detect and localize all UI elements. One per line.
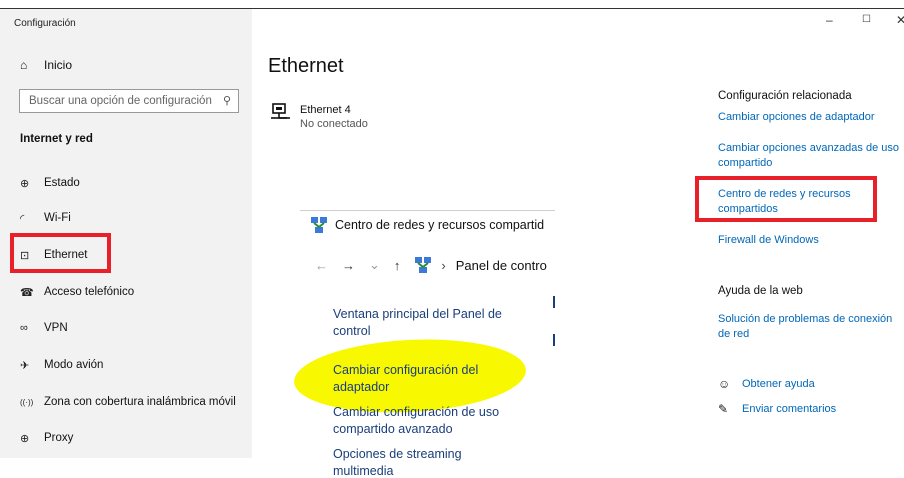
control-panel-title: Centro de redes y recursos compartid <box>310 216 544 234</box>
link-cambiar-configuracion-adaptador[interactable]: Cambiar configuración del adaptador <box>333 362 508 396</box>
feedback-icon: ✎ <box>718 402 729 416</box>
minimize-button[interactable]: – <box>826 13 833 27</box>
link-panel-principal[interactable]: Ventana principal del Panel de control <box>333 306 533 340</box>
related-settings-heading: Configuración relacionada <box>718 90 852 102</box>
window-title: Configuración <box>14 18 76 29</box>
proxy-icon: ⊕ <box>20 432 30 445</box>
send-feedback-link[interactable]: ✎ Enviar comentarios <box>718 402 836 416</box>
get-help-label: Obtener ayuda <box>742 378 815 390</box>
sidebar-item-label: Acceso telefónico <box>44 286 135 298</box>
inset-top-border <box>300 210 555 211</box>
adapter-name: Ethernet 4 <box>300 104 351 116</box>
sidebar-item-vpn[interactable]: ∞ VPN <box>20 318 68 338</box>
link-windows-firewall[interactable]: Firewall de Windows <box>718 233 819 248</box>
highlight-box-ethernet <box>10 233 111 273</box>
sidebar-item-estado[interactable]: ⊕ Estado <box>20 173 80 193</box>
highlight-box-network-center <box>695 176 877 222</box>
sidebar-item-hotspot[interactable]: ((·)) Zona con cobertura inalámbrica móv… <box>20 392 236 412</box>
history-dropdown-icon[interactable]: ⌄ <box>369 257 380 273</box>
search-placeholder: Buscar una opción de configuración <box>29 95 212 107</box>
sidebar-item-label: Wi-Fi <box>44 212 71 224</box>
search-icon: ⚲ <box>222 95 231 107</box>
sidebar-item-label: VPN <box>44 322 68 334</box>
ethernet-adapter-tile[interactable]: Ethernet 4 No conectado <box>270 103 368 131</box>
vpn-icon: ∞ <box>20 322 28 334</box>
web-help-heading: Ayuda de la web <box>718 285 803 297</box>
sidebar-item-proxy[interactable]: ⊕ Proxy <box>20 428 73 448</box>
explorer-nav-bar: ← → ⌄ ↑ › Panel de contro <box>315 256 561 274</box>
globe-icon: ⊕ <box>20 177 30 190</box>
dialup-icon: ☎ <box>20 286 34 299</box>
control-panel-title-text: Centro de redes y recursos compartid <box>335 218 545 232</box>
link-advanced-sharing[interactable]: Cambiar opciones avanzadas de uso compar… <box>718 141 903 171</box>
link-troubleshoot-connection[interactable]: Solución de problemas de conexión de red <box>718 312 903 342</box>
close-button[interactable]: ✕ <box>896 13 904 27</box>
sidebar-item-acceso-telefonico[interactable]: ☎ Acceso telefónico <box>20 282 134 302</box>
ethernet-adapter-icon <box>270 103 300 131</box>
hotspot-icon: ((·)) <box>20 397 34 407</box>
sidebar-item-inicio[interactable]: ⌂ Inicio <box>20 58 72 72</box>
airplane-icon: ✈ <box>20 359 30 372</box>
search-input[interactable]: Buscar una opción de configuración ⚲ <box>19 89 239 113</box>
cropped-link-fragment <box>553 334 555 346</box>
network-center-icon <box>310 216 328 234</box>
page-title: Ethernet <box>268 55 344 77</box>
cropped-link-fragment <box>553 296 555 308</box>
help-chat-icon: ☺ <box>718 377 731 391</box>
sidebar-item-label: Proxy <box>44 432 74 444</box>
sidebar-item-wifi[interactable]: ◜ Wi-Fi <box>20 208 71 228</box>
sidebar-item-label: Estado <box>44 177 80 189</box>
get-help-link[interactable]: ☺ Obtener ayuda <box>718 377 815 391</box>
up-arrow-icon[interactable]: ↑ <box>394 258 401 273</box>
link-uso-compartido-avanzado[interactable]: Cambiar configuración de uso compartido … <box>333 404 523 438</box>
link-streaming-multimedia[interactable]: Opciones de streaming multimedia <box>333 446 493 478</box>
address-text: Panel de contro <box>455 257 547 273</box>
sidebar-item-label: Zona con cobertura inalámbrica móvil <box>44 396 236 408</box>
breadcrumb-chevron-icon: › <box>441 257 446 273</box>
section-heading: Internet y red <box>20 133 93 145</box>
sidebar-item-modo-avion[interactable]: ✈ Modo avión <box>20 355 103 375</box>
control-panel-icon <box>414 256 432 274</box>
adapter-status: No conectado <box>300 118 368 130</box>
maximize-button[interactable]: ☐ <box>862 14 871 25</box>
home-icon: ⌂ <box>20 58 28 72</box>
sidebar-item-label: Modo avión <box>44 359 104 371</box>
settings-window: Configuración – ☐ ✕ ⌂ Inicio Buscar una … <box>0 0 904 478</box>
sidebar-item-label: Inicio <box>44 58 73 72</box>
wifi-icon: ◜ <box>20 212 25 225</box>
link-adapter-options[interactable]: Cambiar opciones de adaptador <box>718 110 898 125</box>
send-feedback-label: Enviar comentarios <box>742 403 837 415</box>
address-bar[interactable]: › Panel de contro <box>414 256 560 274</box>
back-arrow-icon[interactable]: ← <box>315 258 328 273</box>
forward-arrow-icon[interactable]: → <box>342 258 355 273</box>
